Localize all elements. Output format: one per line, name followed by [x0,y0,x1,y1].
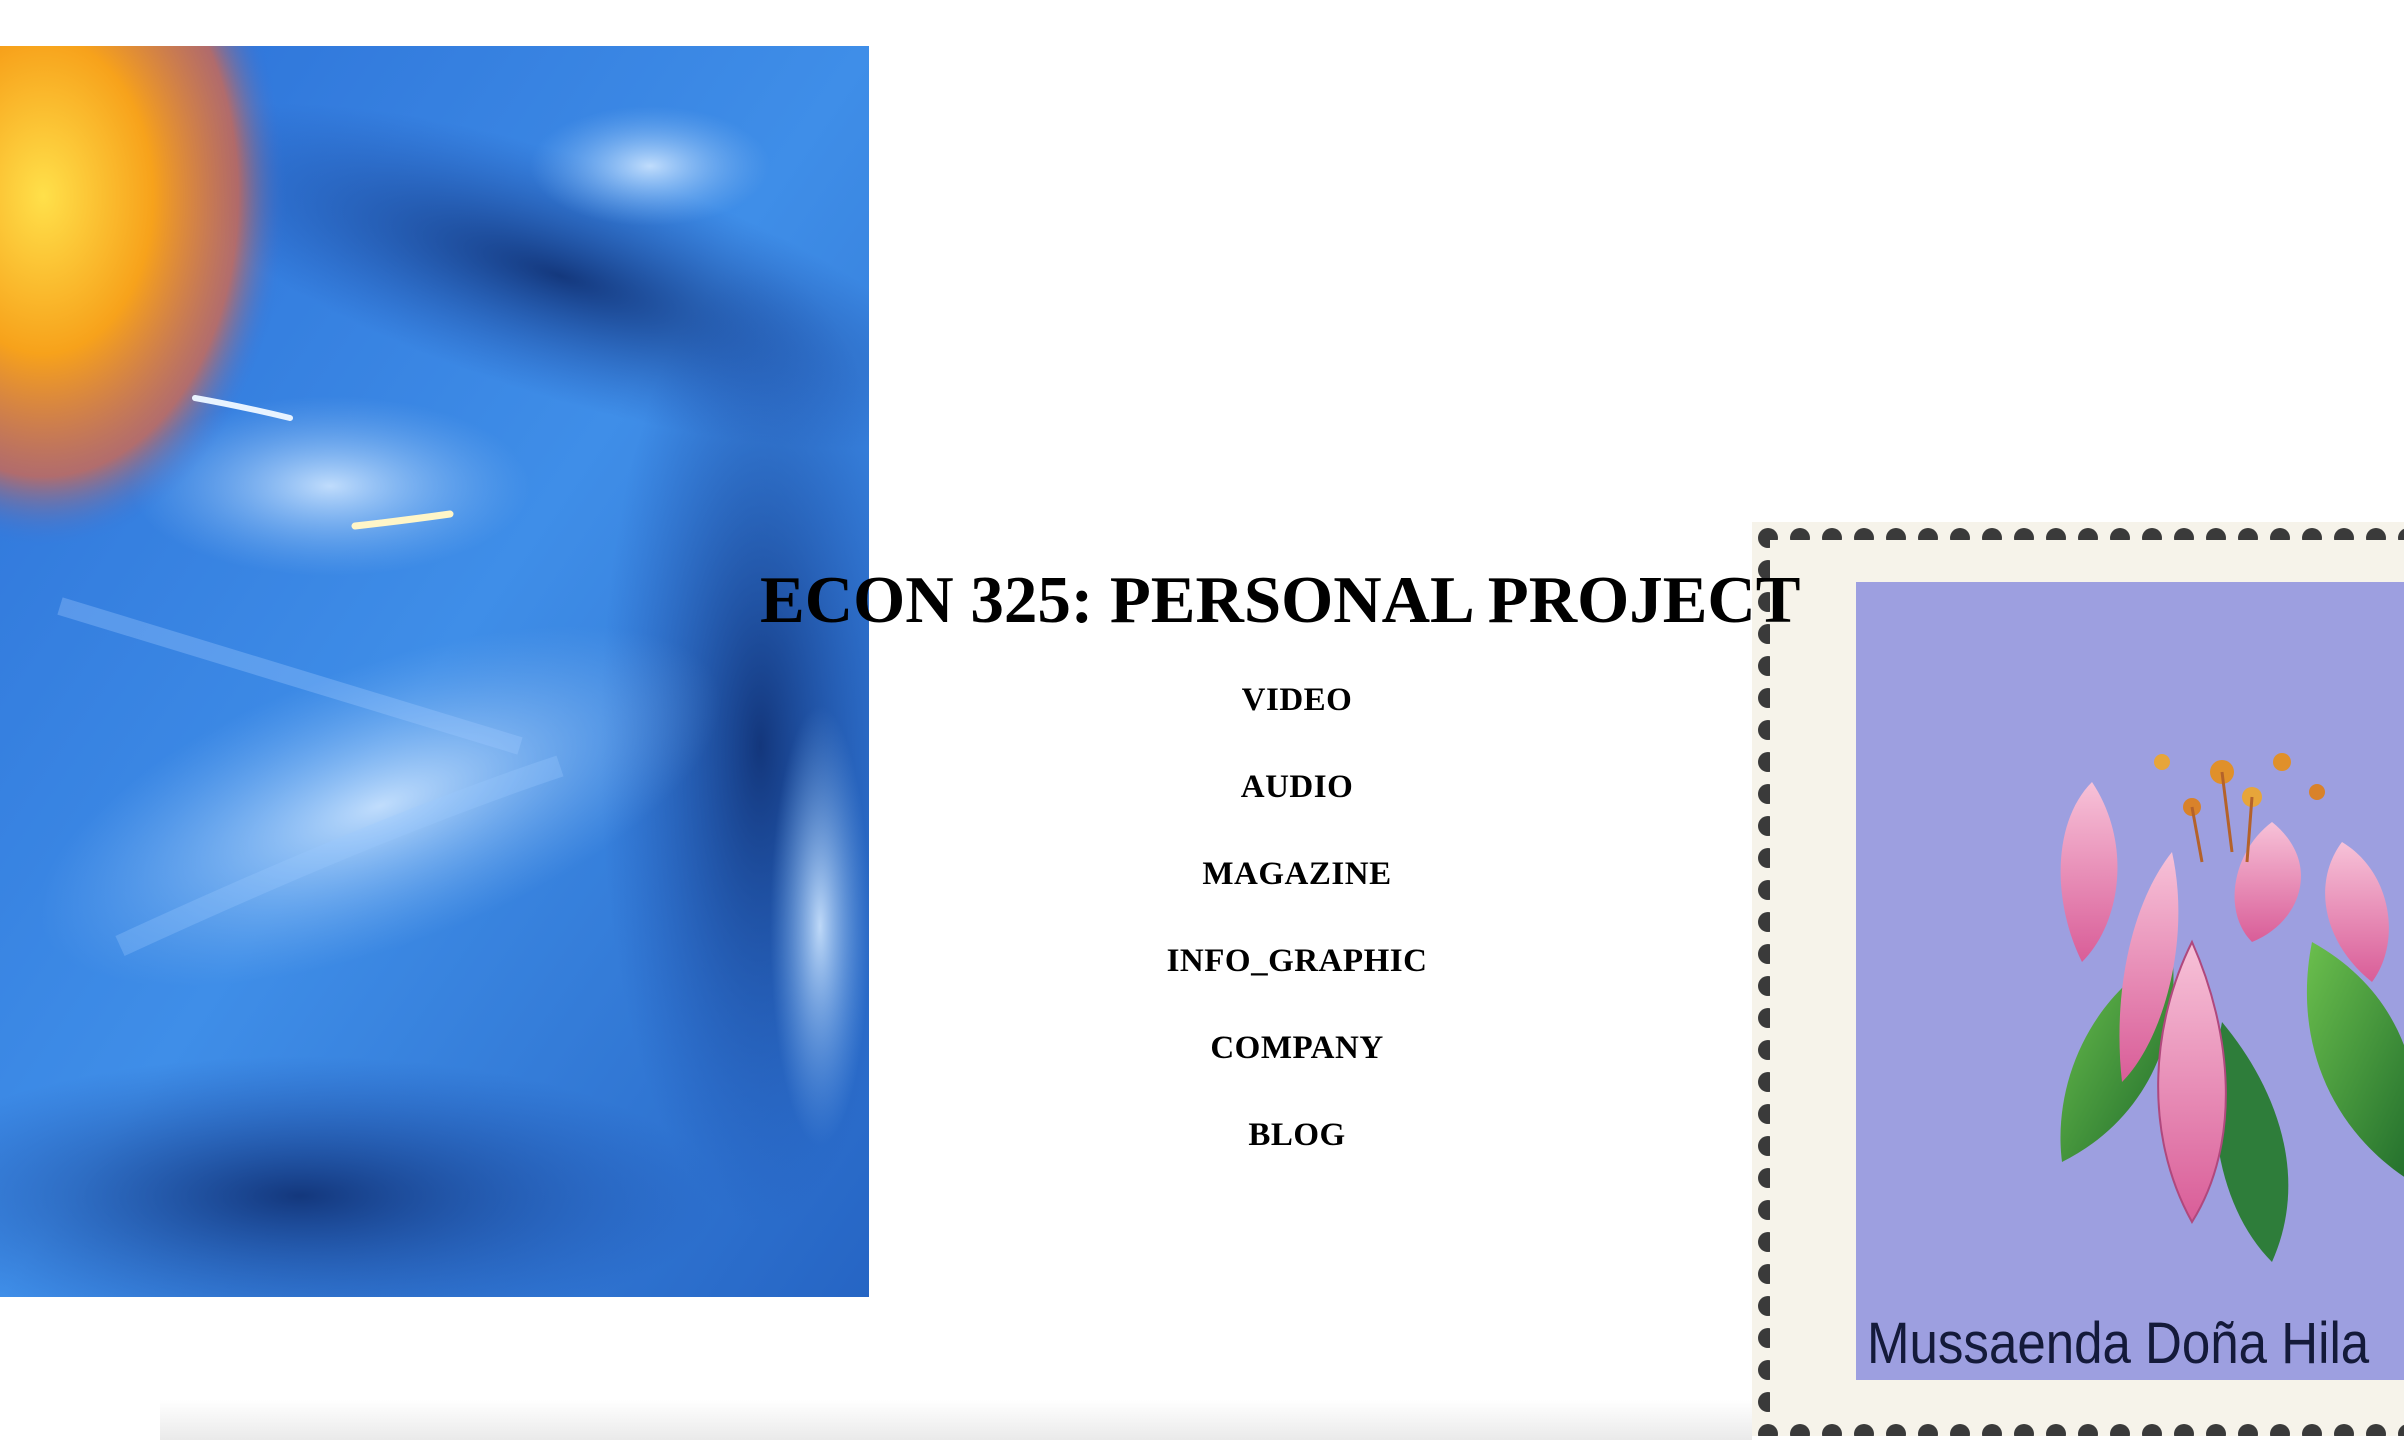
nav-item-info-graphic: INFO_GRAPHIC [1047,933,1547,1020]
nav-item-video: VIDEO [1047,672,1547,759]
stamp-caption: Mussaenda Doña Hila [1867,1311,2370,1376]
nav-link-info-graphic[interactable]: INFO_GRAPHIC [1167,943,1428,979]
nav-link-video[interactable]: VIDEO [1242,682,1353,718]
flower-stamp: Mussaenda Doña Hila [1752,522,2404,1436]
page-title: ECON 325: PERSONAL PROJECT [760,563,1801,637]
nav-link-magazine[interactable]: MAGAZINE [1202,856,1391,892]
nav-item-blog: BLOG [1047,1107,1547,1194]
main-nav: VIDEO AUDIO MAGAZINE INFO_GRAPHIC COMPAN… [1047,672,1547,1194]
nav-item-magazine: MAGAZINE [1047,846,1547,933]
bottom-shadow [160,1400,1752,1440]
nav-link-blog[interactable]: BLOG [1248,1117,1345,1153]
page: Mussaenda Doña Hila ECON 325: PERSONAL P… [0,0,2404,1440]
nav-item-company: COMPANY [1047,1020,1547,1107]
blue-face-photo [0,46,869,1297]
nav-link-company[interactable]: COMPANY [1210,1030,1383,1066]
nav-link-audio[interactable]: AUDIO [1241,769,1354,805]
nav-item-audio: AUDIO [1047,759,1547,846]
